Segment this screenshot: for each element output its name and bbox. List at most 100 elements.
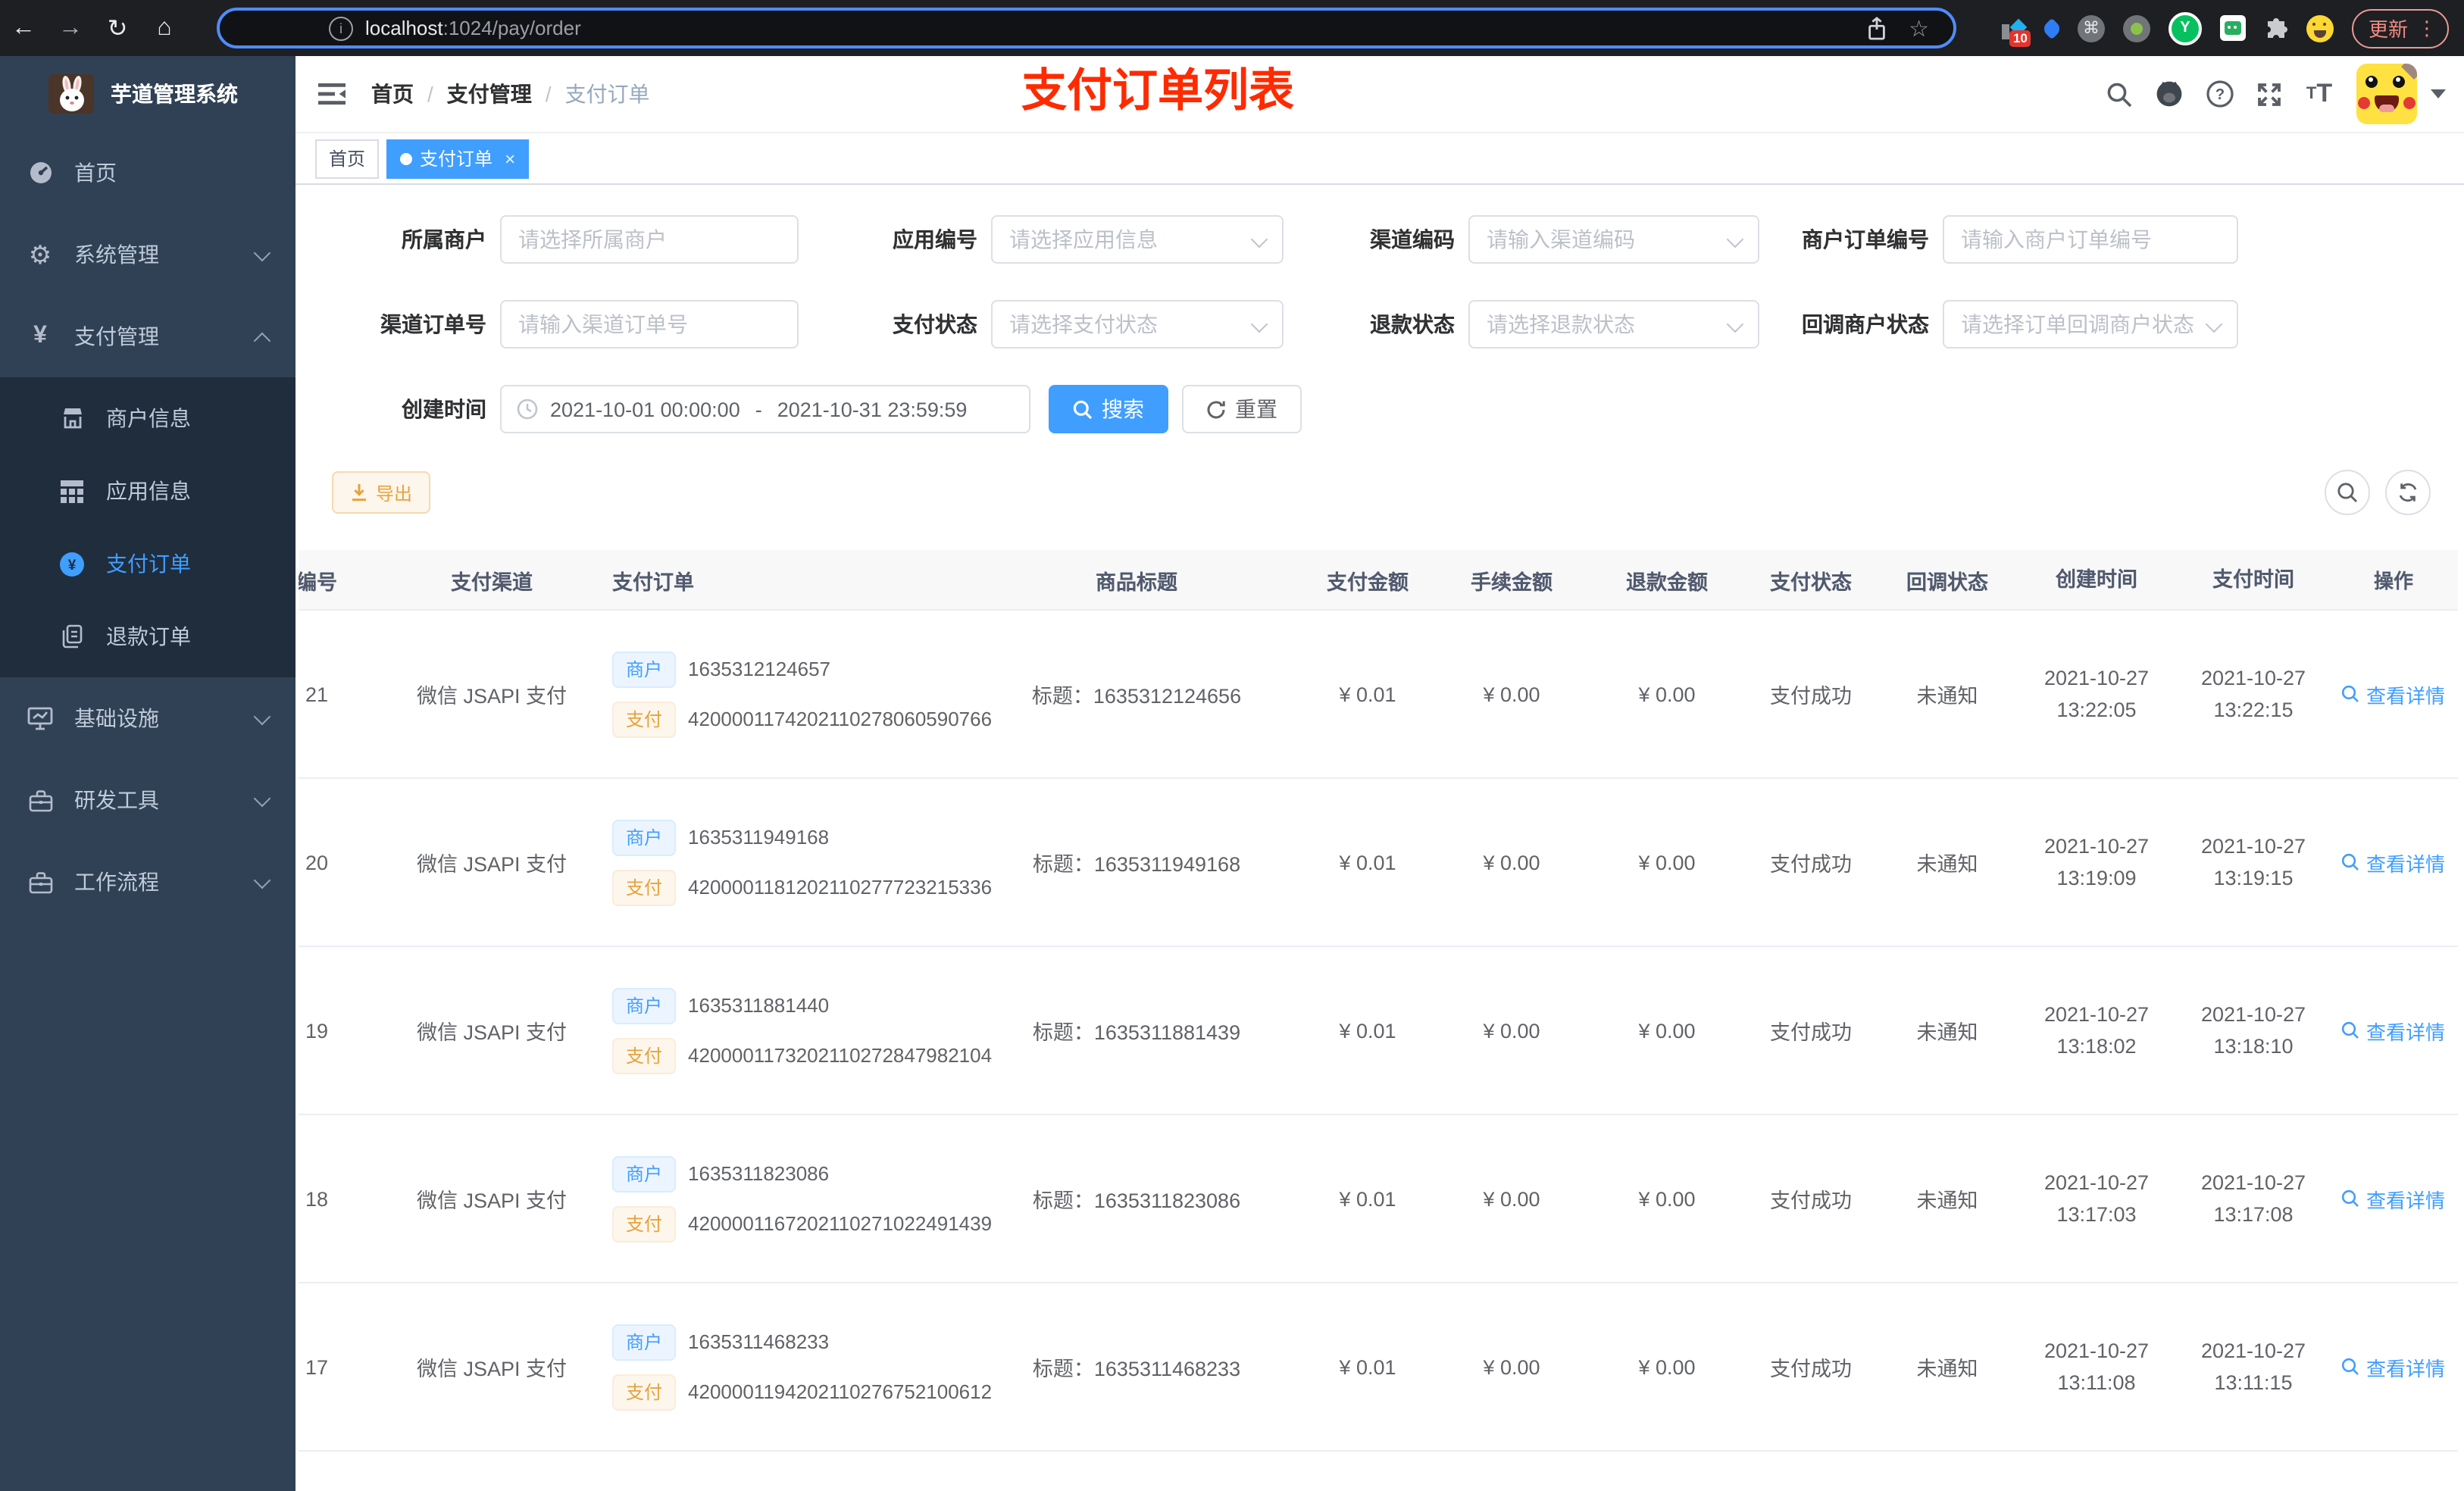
pay-tag: 支付 [612,1037,677,1074]
sidebar-item-refund-order[interactable]: 退款订单 [0,600,295,673]
sidebar-item-app-info[interactable]: 应用信息 [0,455,295,527]
fee-amount [1432,1452,1591,1491]
extension-icon-command[interactable]: ⌘ [2077,14,2105,42]
rabbit-logo-icon [48,74,94,114]
notify-status: 未通知 [1916,1021,1978,1044]
avatar-caret-down-icon[interactable] [2431,89,2446,98]
channel-code-select[interactable]: 请输入渠道编码 [1468,215,1759,264]
chevron-up-icon [253,332,271,350]
fee-amount: ¥ 0.00 [1483,1355,1540,1378]
filter-merchant: 所属商户 请选择所属商户 [295,215,799,264]
order-numbers: 商户 1635311451736 支付 [599,1452,970,1491]
export-button[interactable]: 导出 [332,471,431,514]
info-icon[interactable]: i [329,16,353,40]
breadcrumb-home[interactable]: 首页 [371,79,414,109]
order-channel: 微信 JSAPI 支付 [416,1021,567,1044]
extension-icon-chat[interactable] [2219,15,2246,41]
notify-status-select[interactable]: 请选择订单回调商户状态 [1943,300,2238,349]
pay-status: 支付成功 [1770,685,1852,708]
hamburger-fold-icon[interactable] [318,82,346,106]
extension-icon-drop[interactable] [2040,17,2063,39]
font-size-icon[interactable]: TT [2294,79,2344,109]
merchant-order-no: 1635311823086 [688,1162,830,1185]
home-icon[interactable]: ⌂ [141,14,188,42]
reset-button[interactable]: 重置 [1182,385,1302,433]
col-order: 支付订单 [599,550,970,609]
tag-home[interactable]: 首页 [315,139,380,178]
view-detail-link[interactable]: 查看详情 [2329,611,2458,777]
sidebar-item-pay-order[interactable]: ¥ 支付订单 [0,527,295,600]
pay-amount: ¥ 0.01 [1339,1355,1396,1378]
app-select[interactable]: 请选择应用信息 [991,215,1284,264]
navbar: 首页 / 支付管理 / 支付订单 ? T T [295,56,2464,133]
merchant-tag: 商户 [612,819,677,855]
profile-emoji-icon[interactable] [2306,14,2334,42]
table-row: 21 微信 JSAPI 支付 商户 1635312124657 支付 42000… [299,611,2458,779]
view-detail-link[interactable]: 查看详情 [2329,1283,2458,1450]
extension-icon-green-dot[interactable] [2122,14,2150,42]
channel-order-no-input[interactable]: 请输入渠道订单号 [500,300,799,349]
refund-amount [1591,1452,1743,1491]
order-channel: 微信 JSAPI 支付 [416,1358,567,1380]
back-icon[interactable]: ← [0,14,47,42]
filter-refund-status: 退款状态 请选择退款状态 [1284,300,1759,349]
toolbox-icon [27,789,53,811]
view-detail-link[interactable] [2329,1452,2458,1491]
order-numbers: 商户 1635311949168 支付 42000011812021102777… [599,779,992,946]
date-range-input[interactable]: 2021-10-01 00:00:00 - 2021-10-31 23:59:5… [500,385,1030,433]
search-button[interactable]: 搜索 [1049,385,1168,433]
refresh-table-button[interactable] [2385,470,2431,515]
github-icon[interactable] [2144,80,2194,108]
refund-doc-icon [59,624,85,649]
bookmark-star-icon[interactable]: ☆ [1909,14,1929,42]
extension-icon-badge[interactable]: 10 [2001,16,2031,46]
col-create-time: 创建时间 [2015,550,2178,609]
sidebar-item-infra[interactable]: 基础设施 [0,677,295,759]
search-icon [2342,853,2359,871]
product-title: 标题：1635311881439 [1032,1021,1241,1044]
forward-icon[interactable]: → [47,14,94,42]
search-icon [2337,483,2357,502]
chevron-down-icon [2205,315,2223,333]
search-icon[interactable] [2094,81,2144,107]
sidebar-item-workflow[interactable]: 工作流程 [0,841,295,923]
pay-status-select[interactable]: 请选择支付状态 [991,300,1284,349]
url-bar[interactable]: i localhost:1024/pay/order ☆ [217,8,1956,48]
table-body: 21 微信 JSAPI 支付 商户 1635312124657 支付 42000… [299,611,2458,1491]
shop-icon [59,406,85,430]
fullscreen-icon[interactable] [2244,81,2294,107]
sidebar-item-pay[interactable]: ¥ 支付管理 [0,295,295,377]
help-icon[interactable]: ? [2194,80,2244,108]
browser-menu-icon[interactable]: ⋮ [2417,16,2437,40]
extension-icon-y[interactable]: Y [2168,11,2202,45]
logo[interactable]: 芋道管理系统 [0,56,295,132]
product-title: 标题：1635311823086 [1032,1189,1241,1212]
chevron-down-icon [1726,230,1744,248]
merchant-input[interactable]: 请选择所属商户 [500,215,799,264]
filter-pay-status: 支付状态 请选择支付状态 [799,300,1284,349]
merchant-order-no-input[interactable]: 请输入商户订单编号 [1943,215,2238,264]
sidebar-item-home[interactable]: 首页 [0,132,295,214]
extensions-puzzle-icon[interactable] [2264,16,2288,40]
tag-pay-order[interactable]: 支付订单 × [386,139,530,178]
view-detail-link[interactable]: 查看详情 [2329,779,2458,946]
close-icon[interactable]: × [505,148,515,169]
filter-merchant-order-no: 商户订单编号 请输入商户订单编号 [1759,215,2238,264]
sidebar-item-system[interactable]: ⚙ 系统管理 [0,214,295,295]
avatar[interactable] [2356,64,2417,124]
pay-amount: ¥ 0.01 [1339,851,1396,874]
search-icon [2342,1358,2359,1375]
view-detail-link[interactable]: 查看详情 [2329,947,2458,1114]
order-channel: 微信 JSAPI 支付 [416,685,567,708]
reload-icon[interactable]: ↻ [94,13,141,43]
sidebar-item-devtools[interactable]: 研发工具 [0,759,295,841]
sidebar-item-merchant-info[interactable]: 商户信息 [0,382,295,455]
breadcrumb-pay[interactable]: 支付管理 [447,79,532,109]
create-time [2015,1452,2178,1491]
share-icon[interactable] [1865,16,1887,40]
browser-update-button[interactable]: 更新 ⋮ [2351,8,2449,48]
toggle-search-button[interactable] [2325,470,2370,515]
refund-status-select[interactable]: 请选择退款状态 [1468,300,1759,349]
col-fee: 手续金额 [1432,550,1591,609]
view-detail-link[interactable]: 查看详情 [2329,1115,2458,1282]
